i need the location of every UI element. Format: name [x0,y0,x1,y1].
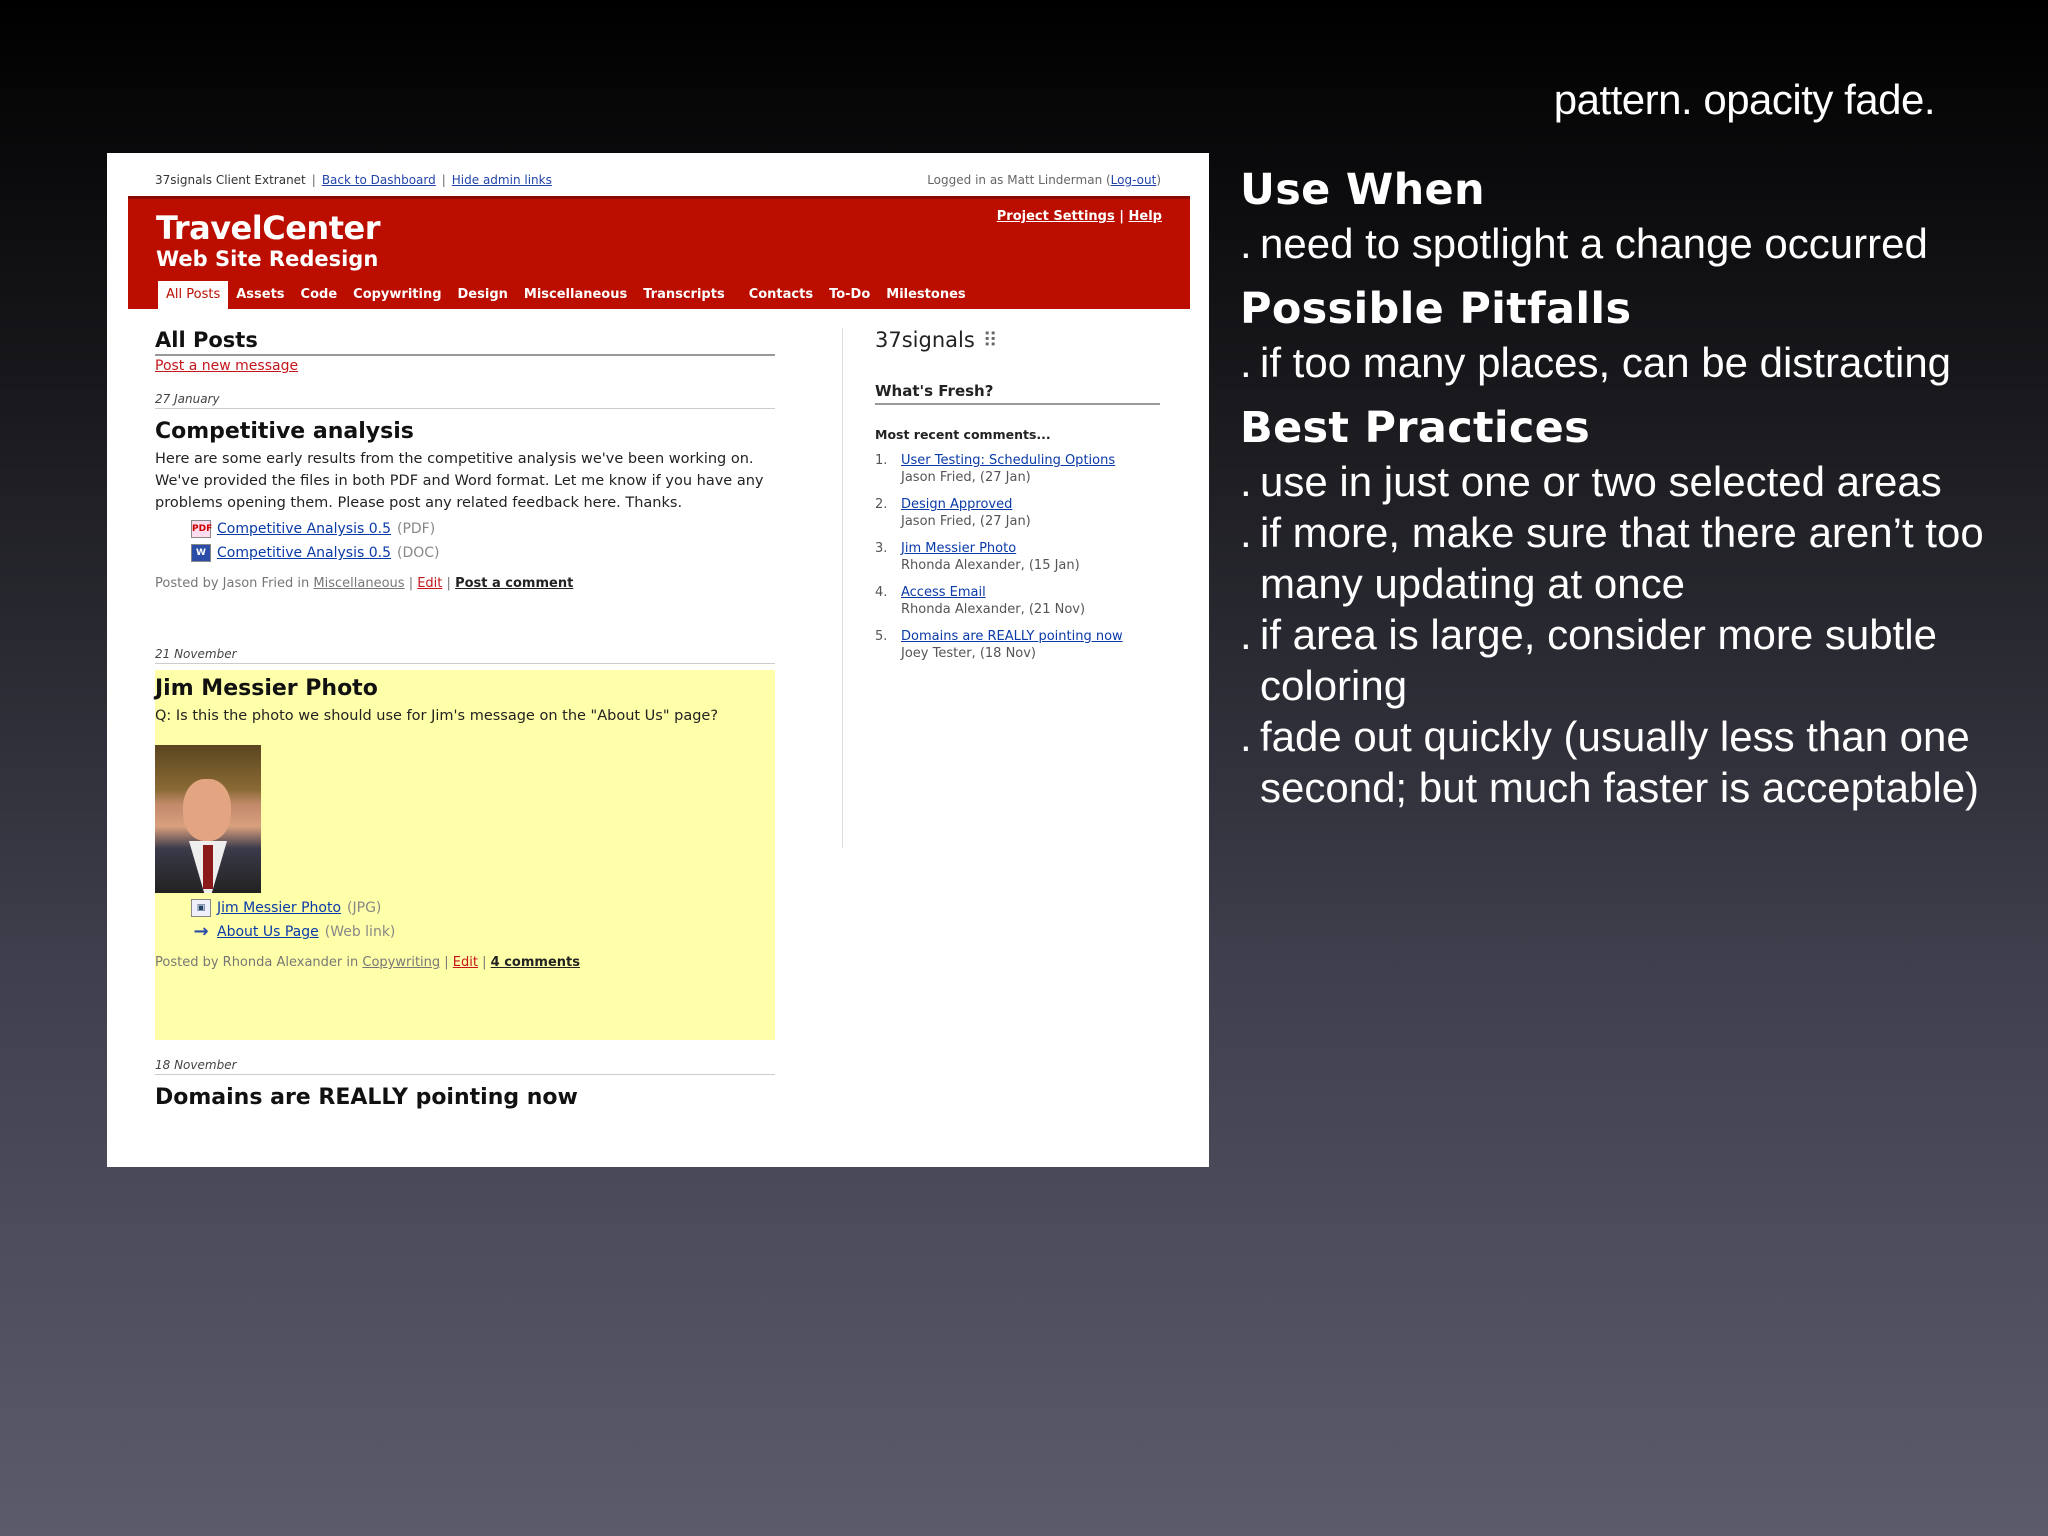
tab-copywriting[interactable]: Copywriting [345,281,449,309]
post-date: 27 January [155,392,775,409]
slide-notes: Use When . need to spotlight a change occ… [1240,162,2020,825]
attachment: → About Us Page (Web link) [191,923,775,941]
header-links: Project Settings | Help [996,209,1162,224]
sidebar: 37signals ⠿ What's Fresh? Most recent com… [842,328,1182,848]
list-item: 4. Access Email Rhonda Alexander, (21 Nov) [875,585,1086,617]
edit-link[interactable]: Edit [417,576,442,591]
pdf-file-icon: PDF [191,520,212,538]
hide-admin-links-link[interactable]: Hide admin links [452,173,552,187]
category-link[interactable]: Copywriting [362,955,440,970]
bullet-item: . if too many places, can be distracting [1240,339,1952,386]
post-meta: Posted by Jason Fried in Miscellaneous |… [155,576,574,591]
attachment-type: (Web link) [324,924,396,940]
post-date: 18 November [155,1058,775,1075]
post-body: Q: Is this the photo we should use for J… [155,708,719,724]
project-title: TravelCenter [156,209,380,247]
comments-link[interactable]: 4 comments [491,955,580,970]
tab-miscellaneous[interactable]: Miscellaneous [516,281,635,309]
post-title: Competitive analysis [155,419,414,444]
post-title: Domains are REALLY pointing now [155,1085,578,1110]
recent-comments-heading: Most recent comments... [875,427,1051,442]
attachment-link[interactable]: Competitive Analysis 0.5 [217,521,391,537]
attachment: PDF Competitive Analysis 0.5 (PDF) [191,520,775,538]
bullet-item: . use in just one or two selected areas [1240,458,1942,505]
bullet-item: . if more, make sure that there aren’t to… [1240,509,1984,607]
post-comment-link[interactable]: Post a comment [455,576,573,591]
tab-milestones[interactable]: Milestones [878,281,973,309]
list-item: 5. Domains are REALLY pointing now Joey Te… [875,629,1123,661]
section-heading: Use When [1240,165,1485,215]
bullet-item: . need to spotlight a change occurred [1240,220,1928,267]
weblink-arrow-icon: → [193,921,209,942]
posted-by: Posted by Rhonda Alexander in [155,955,359,970]
tab-design[interactable]: Design [450,281,516,309]
attachment-link[interactable]: Competitive Analysis 0.5 [217,545,391,561]
edit-link[interactable]: Edit [453,955,478,970]
list-item: 2. Design Approved Jason Fried, (27 Jan) [875,497,1031,529]
section-heading: Best Practices [1240,403,1591,453]
posted-by: Posted by Jason Fried in [155,576,310,591]
logout-link[interactable]: Log-out [1111,173,1157,187]
list-item: 1. User Testing: Scheduling Options Jason … [875,453,1116,485]
post-new-message-link[interactable]: Post a new message [155,358,775,374]
posts-column: All Posts Post a new message 27 January … [155,328,775,1110]
comment-link[interactable]: Jim Messier Photo [901,541,1016,556]
tab-contacts[interactable]: Contacts [741,281,821,309]
app-screenshot: 37signals Client Extranet | Back to Dashbo… [107,153,1209,1167]
category-link[interactable]: Miscellaneous [313,576,404,591]
project-header: TravelCenter Web Site Redesign Project S… [128,196,1190,309]
attachment-link[interactable]: Jim Messier Photo [217,900,341,916]
tab-assets[interactable]: Assets [228,281,292,309]
37signals-logo-icon: ⠿ [982,328,998,352]
comment-link[interactable]: User Testing: Scheduling Options [901,453,1115,468]
person-photo [155,745,261,893]
post-body: Here are some early results from the com… [155,451,764,511]
tab-to-do[interactable]: To-Do [821,281,878,309]
post-title: Jim Messier Photo [155,676,378,701]
attachment: ▣ Jim Messier Photo (JPG) [191,899,775,917]
section-possible-pitfalls: Possible Pitfalls . if too many places, c… [1240,281,2020,388]
logged-in-text: Logged in as Matt Linderman [927,173,1103,187]
logo: 37signals ⠿ [875,328,998,352]
project-settings-link[interactable]: Project Settings [997,209,1115,224]
top-bar: 37signals Client Extranet | Back to Dashbo… [155,173,1161,187]
comment-link[interactable]: Domains are REALLY pointing now [901,629,1123,644]
section-best-practices: Best Practices . use in just one or two s… [1240,400,2020,813]
tab-bar: All Posts Assets Code Copywriting Design… [158,281,974,309]
page-title: All Posts [155,328,775,356]
highlighted-post: Jim Messier Photo Q: Is this the photo w… [155,670,775,1040]
attachment-type: (PDF) [396,521,436,537]
attachment: W Competitive Analysis 0.5 (DOC) [191,544,775,562]
help-link[interactable]: Help [1129,209,1162,224]
comment-link[interactable]: Design Approved [901,497,1012,512]
back-to-dashboard-link[interactable]: Back to Dashboard [322,173,436,187]
site-name: 37signals Client Extranet [155,173,306,187]
attachment-link[interactable]: About Us Page [217,924,319,940]
post-date: 21 November [155,647,775,664]
word-file-icon: W [191,544,211,562]
project-subtitle: Web Site Redesign [156,247,379,271]
bullet-item: . if area is large, consider more subtle … [1240,611,1937,709]
tab-code[interactable]: Code [293,281,346,309]
tab-transcripts[interactable]: Transcripts [635,281,732,309]
image-file-icon: ▣ [191,899,211,917]
post-meta: Posted by Rhonda Alexander in Copywritin… [155,955,580,970]
attachment-type: (JPG) [347,900,382,916]
tab-all-posts[interactable]: All Posts [158,281,229,309]
whats-fresh-heading: What's Fresh? [875,382,1160,405]
section-heading: Possible Pitfalls [1240,284,1632,334]
comment-link[interactable]: Access Email [901,585,986,600]
slide-title: pattern. opacity fade. [1553,76,1936,123]
attachment-type: (DOC) [396,545,440,561]
bullet-item: . fade out quickly (usually less than one… [1240,713,1980,811]
list-item: 3. Jim Messier Photo Rhonda Alexander, (15… [875,541,1080,573]
section-use-when: Use When . need to spotlight a change occ… [1240,162,2020,269]
